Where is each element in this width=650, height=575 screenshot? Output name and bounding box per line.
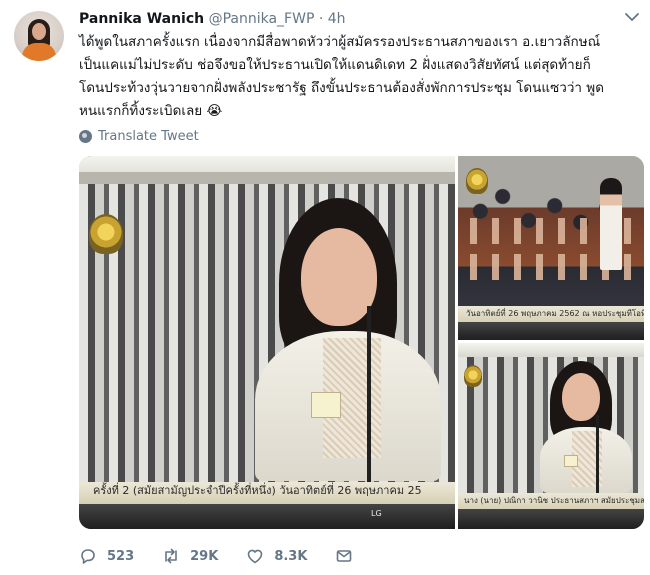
translate-tweet-link[interactable]: Translate Tweet (79, 127, 199, 145)
name-badge (564, 455, 578, 467)
like-count: 8.3K (274, 548, 308, 564)
tv-brand-logo: LG (371, 509, 382, 518)
tweet: Pannika Wanich @Pannika_FWP · 4h ได้พูดใ… (0, 0, 650, 575)
tweet-header: Pannika Wanich @Pannika_FWP · 4h (79, 9, 346, 29)
reply-count: 523 (107, 548, 135, 564)
photo-bottom-right[interactable]: นาง (นาย) ปณิกา วานิช ประธานสภาฯ สมัยประ… (458, 343, 644, 529)
parliament-emblem (466, 168, 488, 194)
chevron-down-icon[interactable] (625, 12, 639, 22)
tweet-text-line: ได้พูดในสภาครั้งแรก เนื่องจากมีสื่อพาดหั… (79, 34, 601, 50)
like-icon (248, 549, 263, 564)
avatar-shirt (22, 43, 56, 61)
microphone (367, 306, 371, 496)
standing-speaker (600, 178, 622, 270)
direct-message-button[interactable] (335, 547, 353, 565)
translate-label: Translate Tweet (98, 128, 199, 144)
tv-bezel (458, 509, 644, 529)
tv-caption: ครั้งที่ 2 (สมัยสามัญประจำปีครั้งที่หนึ่… (93, 484, 422, 497)
avatar-face (32, 23, 46, 40)
tweet-actions: 523 29K 8.3K (79, 543, 353, 569)
face (562, 373, 600, 421)
reply-button[interactable]: 523 (79, 547, 134, 565)
tv-caption-strip: นาง (นาย) ปณิกา วานิช ประธานสภาฯ สมัยประ… (458, 493, 644, 509)
tv-caption-strip: วันอาทิตย์ที่ 26 พฤษภาคม 2562 ณ หอประชุม… (458, 306, 644, 322)
avatar[interactable] (14, 11, 64, 61)
tweet-text: ได้พูดในสภาครั้งแรก เนื่องจากมีสื่อพาดหั… (79, 31, 645, 123)
like-button[interactable]: 8.3K (246, 547, 307, 565)
message-icon (337, 550, 352, 562)
face (301, 228, 377, 326)
retweet-button[interactable]: 29K (162, 547, 218, 565)
tweet-text-line: เป็นแคแม่ไม่ประดับ ช่อจึงขอให้ประธานเปิด… (79, 57, 591, 73)
tv-bezel (458, 322, 644, 340)
tv-caption: วันอาทิตย์ที่ 26 พฤษภาคม 2562 ณ หอประชุม… (466, 309, 644, 318)
tweet-time[interactable]: 4h (328, 11, 346, 27)
tv-bezel (79, 504, 455, 529)
reply-icon (81, 549, 95, 564)
name-badge (311, 392, 341, 418)
separator-dot: · (318, 11, 324, 27)
tv-caption-strip: ครั้งที่ 2 (สมัยสามัญประจำปีครั้งที่หนึ่… (79, 482, 455, 504)
author-name[interactable]: Pannika Wanich (79, 11, 204, 27)
author-handle[interactable]: @Pannika_FWP (209, 11, 315, 27)
microphone (596, 415, 599, 505)
photo-main[interactable]: ครั้งที่ 2 (สมัยสามัญประจำปีครั้งที่หนึ่… (79, 156, 455, 529)
tweet-text-line: โดนประท้วงวุ่นวายจากฝั่งพลังประชารัฐ ถึง… (79, 80, 604, 96)
tweet-text-line: หนแรกก็ทิ้งระเบิดเลย 😭 (79, 103, 223, 119)
media-grid: ครั้งที่ 2 (สมัยสามัญประจำปีครั้งที่หนึ่… (79, 156, 644, 529)
globe-icon (79, 129, 92, 143)
retweet-icon (165, 548, 177, 564)
photo-top-right[interactable]: วันอาทิตย์ที่ 26 พฤษภาคม 2562 ณ หอประชุม… (458, 156, 644, 340)
retweet-count: 29K (190, 548, 219, 564)
speaker-figure (79, 156, 455, 529)
tv-caption: นาง (นาย) ปณิกา วานิช ประธานสภาฯ สมัยประ… (464, 496, 644, 505)
